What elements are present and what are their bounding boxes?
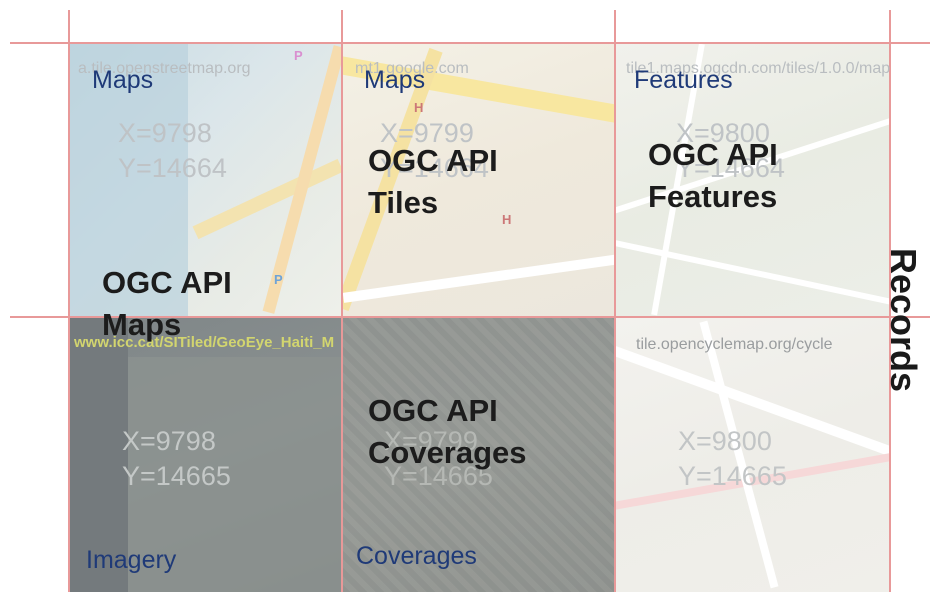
tile-source-label: tile.opencyclemap.org/cycle [636,336,833,353]
data-type-label: Maps [92,66,154,94]
parking-icon: P [274,272,283,287]
tile-y: Y=14664 [118,153,227,183]
grid-line [10,42,930,44]
grid-line [614,10,616,592]
tile-coordinates: X=9800 Y=14665 [678,424,787,494]
data-type-label: Maps [364,66,426,94]
data-type-label: Features [634,66,733,94]
api-label-line: OGC API [368,393,498,428]
grid-line [68,10,70,592]
records-label: Records [880,210,926,430]
api-label-maps: OGC API Maps [102,262,232,346]
tile-x: X=9800 [678,426,772,456]
hospital-icon: H [502,212,512,227]
api-label-line: OGC API [648,137,778,172]
api-label-line: Maps [102,307,182,342]
records-text: Records [883,247,924,393]
tile-coordinates: X=9798 Y=14664 [118,116,227,186]
api-label-features: OGC API Features [648,134,778,218]
data-type-label: Imagery [86,546,177,574]
api-label-line: OGC API [102,265,232,300]
tile-x: X=9798 [118,118,212,148]
api-label-line: Features [648,179,778,214]
tile-coordinates: X=9798 Y=14665 [122,424,231,494]
hospital-icon: H [414,100,424,115]
api-label-line: Tiles [368,185,439,220]
tile-y: Y=14665 [678,461,787,491]
api-label-tiles: OGC API Tiles [368,140,498,224]
api-label-line: OGC API [368,143,498,178]
tile-y: Y=14665 [122,461,231,491]
api-label-line: Coverages [368,435,527,470]
grid-line [341,10,343,592]
tile-x: X=9798 [122,426,216,456]
api-label-coverages: OGC API Coverages [368,390,527,474]
data-type-label: Coverages [356,542,477,570]
parking-icon: P [294,48,303,63]
